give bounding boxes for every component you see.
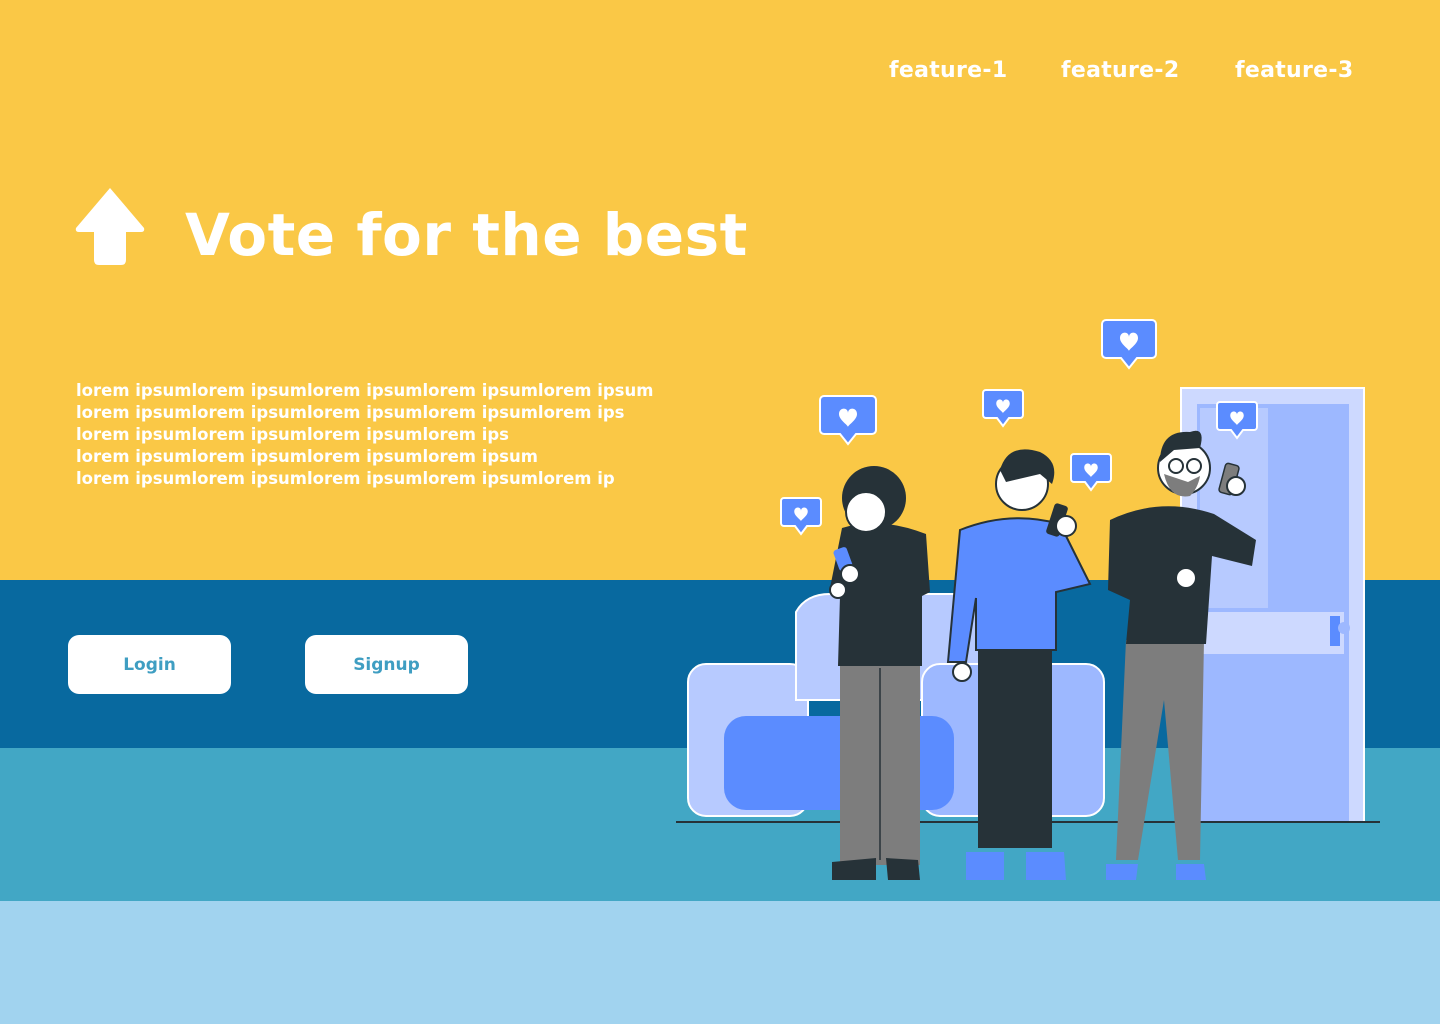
hero-description: lorem ipsumlorem ipsumlorem ipsumlorem i… [76, 380, 676, 490]
nav-feature-3[interactable]: feature-3 [1235, 58, 1353, 83]
description-line: lorem ipsumlorem ipsumlorem ipsumlorem i… [76, 381, 654, 400]
description-line: lorem ipsumlorem ipsumlorem ipsumlorem i… [76, 425, 509, 444]
top-nav: feature-1 feature-2 feature-3 [0, 58, 1440, 94]
description-line: lorem ipsumlorem ipsumlorem ipsumlorem i… [76, 403, 625, 422]
woman-figure [829, 466, 930, 880]
nav-feature-2[interactable]: feature-2 [1061, 58, 1179, 83]
heart-bubble-icon [780, 497, 822, 536]
heart-bubble-icon [819, 395, 877, 446]
login-button[interactable]: Login [68, 635, 231, 694]
signup-button[interactable]: Signup [305, 635, 468, 694]
page-title: Vote for the best [185, 201, 748, 269]
people-illustration [676, 319, 1380, 880]
description-line: lorem ipsumlorem ipsumlorem ipsumlorem i… [76, 469, 615, 488]
arrow-up-icon [75, 188, 145, 265]
heart-bubble-icon [1070, 453, 1112, 492]
nav-feature-1[interactable]: feature-1 [889, 58, 1007, 83]
band-light-blue [0, 901, 1440, 1024]
heart-bubble-icon [1101, 319, 1157, 370]
heart-bubble-icon [982, 389, 1024, 428]
description-line: lorem ipsumlorem ipsumlorem ipsumlorem i… [76, 447, 538, 466]
